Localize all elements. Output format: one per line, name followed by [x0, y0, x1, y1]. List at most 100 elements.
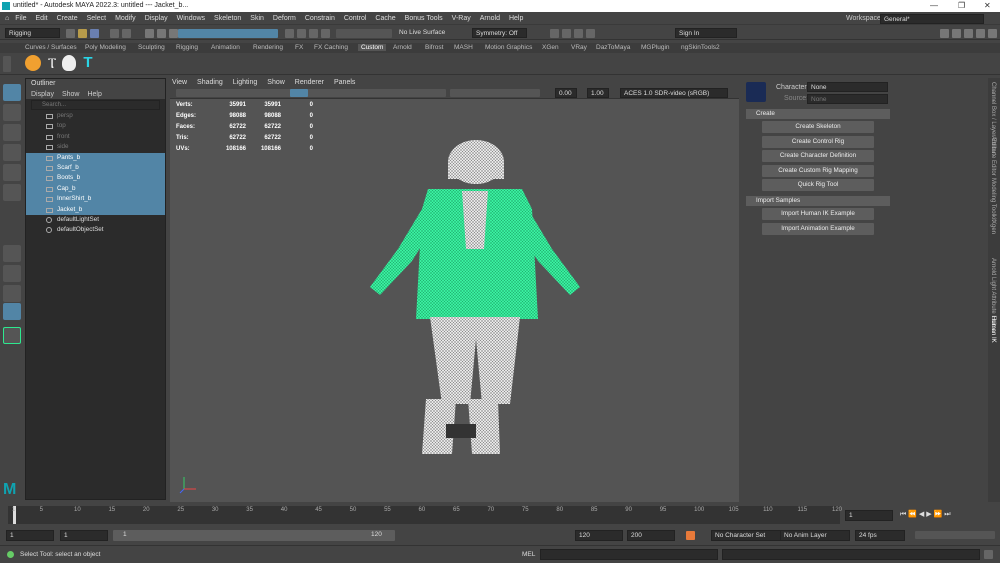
import-animation-example-button[interactable]: Import Animation Example: [762, 222, 874, 235]
exposure-field[interactable]: 0.00: [555, 88, 577, 98]
outliner-menu-show[interactable]: Show: [62, 90, 80, 99]
toggle-outliner-icon[interactable]: [952, 29, 961, 38]
inner-start-field[interactable]: 1: [60, 530, 108, 541]
selection-mask-icons[interactable]: [178, 29, 278, 38]
menu-bonus-tools[interactable]: Bonus Tools: [405, 15, 443, 22]
source-select[interactable]: None: [807, 94, 888, 104]
viewport-menu-renderer[interactable]: Renderer: [295, 78, 324, 88]
redo-icon[interactable]: [122, 29, 131, 38]
shelf-tab-custom[interactable]: Custom: [358, 44, 387, 51]
shelf-tab-poly-modeling[interactable]: Poly Modeling: [85, 44, 126, 51]
gamma-field[interactable]: 1.00: [587, 88, 609, 98]
import-human-ik-example-button[interactable]: Import Human IK Example: [762, 208, 874, 220]
shelf-tab-rigging[interactable]: Rigging: [176, 44, 198, 51]
joint-figure-icon[interactable]: Ⲧ: [44, 55, 60, 71]
shelf-tab-daztomaya[interactable]: DazToMaya: [596, 44, 630, 51]
outliner-item[interactable]: InnerShirt_b: [26, 194, 165, 205]
panel-tool-icons[interactable]: [176, 89, 446, 97]
pants-mesh[interactable]: [430, 317, 520, 404]
save-scene-icon[interactable]: [90, 29, 99, 38]
outliner-item[interactable]: top: [26, 121, 165, 131]
viewport-menu-lighting[interactable]: Lighting: [233, 78, 258, 88]
wireframe-toggle-icon[interactable]: [290, 89, 308, 97]
workspace-select[interactable]: General*: [880, 14, 984, 24]
create-control-rig-button[interactable]: Create Control Rig: [762, 135, 874, 148]
select-tool-icon[interactable]: [3, 84, 21, 101]
tpose-figure-icon[interactable]: T: [80, 55, 96, 71]
persp-outliner-icon[interactable]: [3, 285, 21, 302]
anim-layer-select[interactable]: No Anim Layer: [780, 530, 850, 541]
shelf-menu-icon[interactable]: [3, 56, 11, 72]
menu-v-ray[interactable]: V-Ray: [452, 15, 471, 22]
skull-icon[interactable]: [62, 55, 76, 71]
character-set-select[interactable]: No Character Set: [711, 530, 781, 541]
viewport-menu-show[interactable]: Show: [267, 78, 285, 88]
viewport-menu-shading[interactable]: Shading: [197, 78, 223, 88]
shelf-tab-xgen[interactable]: XGen: [542, 44, 559, 51]
menu-file[interactable]: File: [15, 15, 26, 22]
shelf-tab-bifrost[interactable]: Bifrost: [425, 44, 443, 51]
select-hierarchy-icon[interactable]: [145, 29, 154, 38]
menu-cache[interactable]: Cache: [375, 15, 395, 22]
render-settings-icon[interactable]: [574, 29, 583, 38]
import-section-header[interactable]: Import Samples: [746, 196, 890, 206]
outliner-menu-help[interactable]: Help: [87, 90, 101, 99]
outliner-item[interactable]: defaultObjectSet: [26, 225, 165, 235]
end-frame-field[interactable]: 120: [575, 530, 623, 541]
snap-view-plane-icon[interactable]: [321, 29, 330, 38]
live-surface-field[interactable]: No Live Surface: [396, 28, 456, 38]
minimize-button[interactable]: —: [930, 1, 938, 10]
outliner-item[interactable]: Scarf_b: [26, 162, 165, 174]
fps-select[interactable]: 24 fps: [855, 530, 905, 541]
key-icon[interactable]: [686, 531, 695, 540]
shelf-tab-vray[interactable]: VRay: [571, 44, 587, 51]
outliner-item[interactable]: Boots_b: [26, 173, 165, 184]
shelf-tab-fx-caching[interactable]: FX Caching: [314, 44, 348, 51]
shelf-tab-motion-graphics[interactable]: Motion Graphics: [485, 44, 532, 51]
sign-in-button[interactable]: Sign In: [675, 28, 737, 38]
range-bar[interactable]: 1 120: [113, 530, 395, 541]
move-tool-icon[interactable]: [3, 144, 21, 161]
menu-select[interactable]: Select: [87, 15, 106, 22]
outliner-item[interactable]: front: [26, 132, 165, 142]
create-character-definition-button[interactable]: Create Character Definition: [762, 150, 874, 163]
menu-help[interactable]: Help: [509, 15, 523, 22]
quick-rig-tool-button[interactable]: Quick Rig Tool: [762, 179, 874, 192]
side-tab-xgen[interactable]: Xgen: [990, 220, 996, 234]
close-button[interactable]: ✕: [984, 1, 991, 10]
current-frame-field[interactable]: 1: [845, 510, 893, 521]
playback-options-icons[interactable]: [915, 531, 995, 539]
outliner-item[interactable]: side: [26, 142, 165, 152]
menu-display[interactable]: Display: [145, 15, 168, 22]
hypershade-icon[interactable]: [586, 29, 595, 38]
viewport-panel[interactable]: View Shading Lighting Show Renderer Panels 0.…: [170, 78, 739, 502]
shelf-tab-ngskintools2[interactable]: ngSkinTools2: [681, 44, 720, 51]
character-model[interactable]: [170, 99, 739, 502]
search-icon[interactable]: [3, 327, 21, 344]
outliner-menu-display[interactable]: Display: [31, 90, 54, 99]
select-object-icon[interactable]: [157, 29, 166, 38]
side-tab-modeling-toolkit[interactable]: Modeling Toolkit: [990, 178, 996, 221]
outliner-search-input[interactable]: Search...: [31, 100, 160, 110]
shelf-tab-mgplugin[interactable]: MGPlugin: [641, 44, 670, 51]
menu-constrain[interactable]: Constrain: [305, 15, 335, 22]
mel-label[interactable]: MEL: [522, 551, 535, 558]
shelf-tab-mash[interactable]: MASH: [454, 44, 473, 51]
menu-deform[interactable]: Deform: [273, 15, 296, 22]
shelf-tab-arnold[interactable]: Arnold: [393, 44, 412, 51]
toggle-channel-box-icon[interactable]: [976, 29, 985, 38]
lasso-tool-icon[interactable]: [3, 104, 21, 121]
menu-arnold[interactable]: Arnold: [480, 15, 500, 22]
color-space-select[interactable]: ACES 1.0 SDR-video (sRGB): [620, 88, 728, 98]
viewport-menu-view[interactable]: View: [172, 78, 187, 88]
ipr-render-icon[interactable]: [562, 29, 571, 38]
undo-icon[interactable]: [110, 29, 119, 38]
single-perspective-icon[interactable]: [3, 245, 21, 262]
paint-select-icon[interactable]: [3, 124, 21, 141]
menu-edit[interactable]: Edit: [36, 15, 48, 22]
anim-end-field[interactable]: 200: [627, 530, 675, 541]
outliner-item[interactable]: persp: [26, 111, 165, 121]
rotate-tool-icon[interactable]: [3, 164, 21, 181]
display-tool-icons[interactable]: [450, 89, 540, 97]
menu-control[interactable]: Control: [344, 15, 367, 22]
